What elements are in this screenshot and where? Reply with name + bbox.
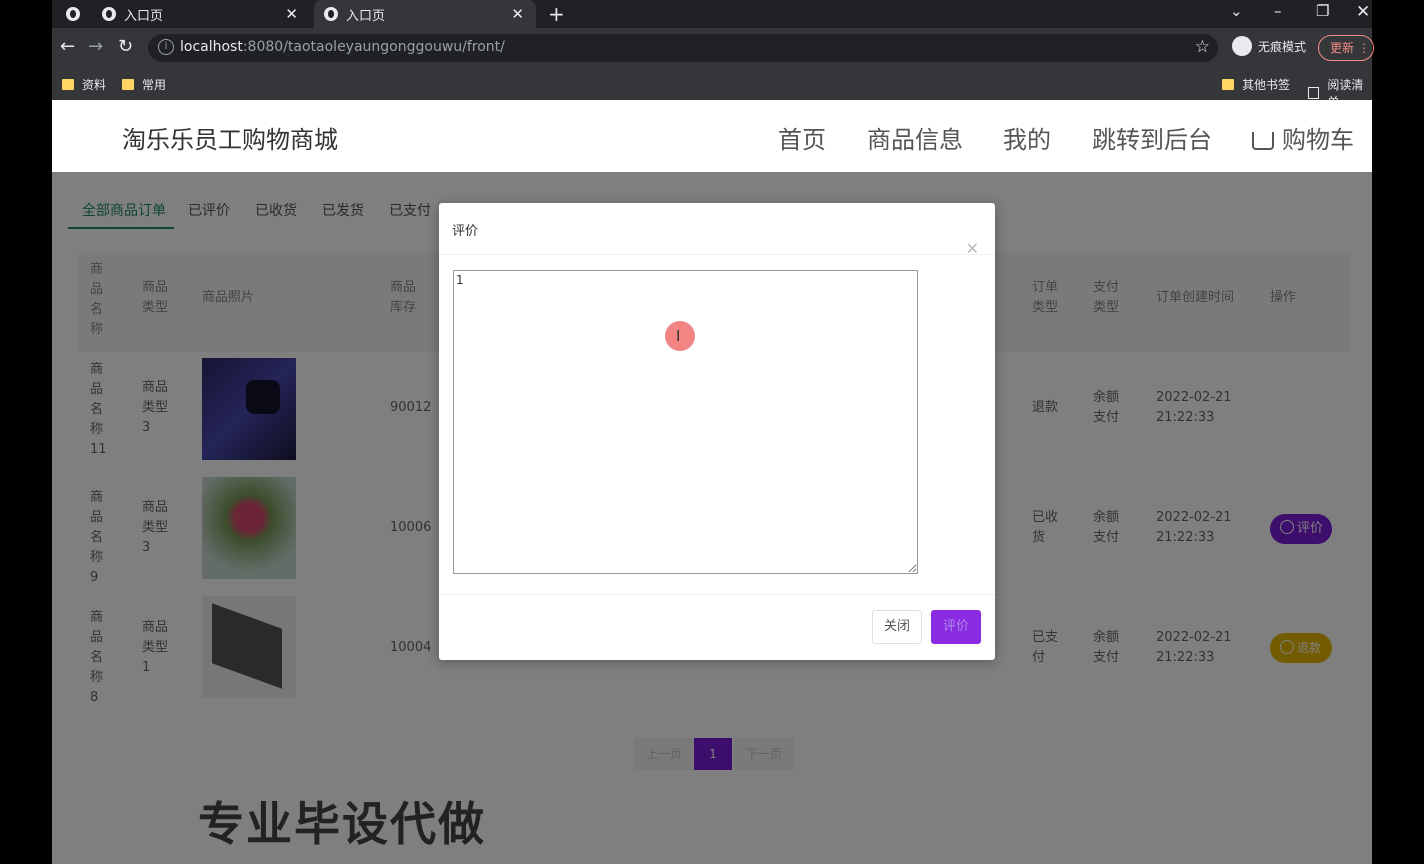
dialog-footer-divider: [439, 594, 995, 595]
dialog-close-icon[interactable]: ✕: [966, 239, 979, 258]
dialog-divider: [439, 254, 995, 255]
restore-icon[interactable]: ❐: [1316, 2, 1329, 20]
reload-icon[interactable]: ↻: [118, 36, 133, 57]
window-close-icon[interactable]: ✕: [1356, 2, 1370, 22]
back-icon[interactable]: ←: [60, 36, 75, 57]
left-black-bar: [0, 0, 52, 864]
url-host: localhost: [180, 39, 243, 55]
bookmark-folder-1[interactable]: 资料: [62, 76, 106, 93]
update-label: 更新: [1330, 41, 1355, 55]
update-button[interactable]: 更新 ⋮: [1318, 35, 1374, 61]
nav-cart-label: 购物车: [1282, 126, 1354, 154]
nav-mine[interactable]: 我的: [1003, 120, 1051, 155]
watermark-text: 专业毕设代做: [198, 797, 486, 851]
site-header: 淘乐乐员工购物商城 首页 商品信息 我的 跳转到后台 购物车: [52, 100, 1372, 172]
bookmark-star-icon[interactable]: ☆: [1195, 37, 1210, 57]
tab-title: 入口页: [124, 8, 164, 24]
forward-icon[interactable]: →: [88, 36, 103, 57]
tab-strip: 入口页 ✕ 入口页 ✕ + ⌄ – ❐ ✕: [52, 0, 1372, 28]
web-page: 淘乐乐员工购物商城 首页 商品信息 我的 跳转到后台 购物车 全部商品订单 已评…: [52, 100, 1372, 864]
minimize-icon[interactable]: –: [1274, 2, 1282, 20]
folder-icon: [122, 79, 134, 90]
screen: 入口页 ✕ 入口页 ✕ + ⌄ – ❐ ✕ ← → ↻ i localhost:…: [0, 0, 1424, 864]
globe-icon: [66, 7, 80, 21]
review-textarea[interactable]: 1: [453, 270, 918, 574]
tab-close-icon[interactable]: ✕: [285, 5, 298, 23]
bookmark-label: 常用: [142, 78, 167, 92]
reading-list-icon: [1308, 87, 1320, 99]
pinned-tab[interactable]: [66, 0, 96, 28]
tab-close-icon[interactable]: ✕: [511, 5, 524, 23]
site-title: 淘乐乐员工购物商城: [122, 126, 338, 154]
close-button[interactable]: 关闭: [872, 610, 922, 644]
bookmark-folder-2[interactable]: 常用: [122, 76, 166, 93]
incognito-indicator[interactable]: 无痕模式: [1232, 36, 1306, 56]
browser-chrome: 入口页 ✕ 入口页 ✕ + ⌄ – ❐ ✕ ← → ↻ i localhost:…: [52, 0, 1374, 109]
mouse-cursor-indicator: [665, 321, 695, 351]
review-dialog: 评价 ✕ 1 关闭 评价: [439, 203, 995, 660]
new-tab-icon[interactable]: +: [548, 2, 565, 26]
bookmark-label: 资料: [82, 78, 107, 92]
nav-cart[interactable]: 购物车: [1252, 120, 1354, 155]
url-path: :8080/taotaoleyaungonggouwu/front/: [242, 39, 505, 55]
globe-icon: [102, 7, 116, 21]
url-text: localhost:8080/taotaoleyaungonggouwu/fro…: [180, 39, 505, 55]
dialog-title: 评价: [452, 224, 479, 239]
tab-title: 入口页: [346, 8, 386, 24]
submit-review-button[interactable]: 评价: [931, 610, 981, 644]
tab-search-icon[interactable]: ⌄: [1230, 2, 1243, 20]
address-bar[interactable]: i localhost:8080/taotaoleyaungonggouwu/f…: [148, 34, 1218, 62]
browser-tab-1[interactable]: 入口页 ✕: [102, 0, 310, 28]
folder-icon: [1222, 79, 1234, 90]
cart-icon: [1252, 132, 1274, 150]
folder-icon: [62, 79, 74, 90]
toolbar: ← → ↻ i localhost:8080/taotaoleyaungongg…: [52, 28, 1374, 68]
nav-admin[interactable]: 跳转到后台: [1092, 120, 1212, 155]
other-bookmarks[interactable]: 其他书签: [1222, 76, 1290, 93]
incognito-icon: [1232, 36, 1252, 56]
globe-icon: [324, 7, 338, 21]
bookmark-label: 其他书签: [1242, 78, 1291, 92]
bookmarks-bar: 资料 常用 其他书签 阅读清单: [52, 68, 1372, 109]
browser-tab-2[interactable]: 入口页 ✕: [314, 0, 536, 28]
site-info-icon[interactable]: i: [158, 39, 174, 55]
nav-products[interactable]: 商品信息: [867, 120, 963, 155]
right-black-bar: [1372, 0, 1424, 864]
nav-home[interactable]: 首页: [778, 120, 826, 155]
incognito-label: 无痕模式: [1258, 39, 1307, 54]
